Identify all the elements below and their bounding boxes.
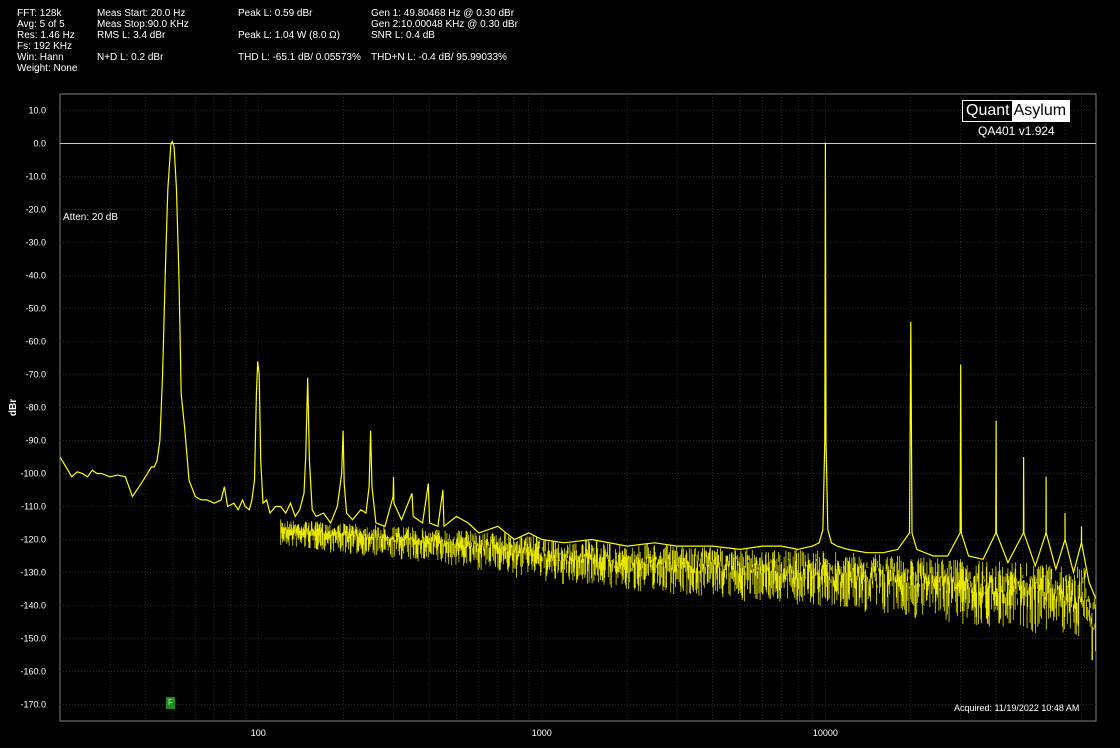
y-tick-label: -30.0	[25, 238, 46, 248]
logo-asylum: Asylum	[1011, 101, 1070, 121]
y-tick-label: -20.0	[25, 205, 46, 215]
y-tick-label: -90.0	[25, 436, 46, 446]
analyzer-window: FFT: 128k Avg: 5 of 5 Res: 1.46 Hz Fs: 1…	[0, 0, 1120, 748]
quantasylum-logo: Quant Asylum	[962, 100, 1071, 122]
frequency-marker[interactable]: F	[166, 697, 175, 709]
y-tick-label: -170.0	[20, 700, 46, 710]
y-tick-label: -130.0	[20, 568, 46, 578]
y-tick-label: -140.0	[20, 601, 46, 611]
y-tick-label: -160.0	[20, 667, 46, 677]
acquired-timestamp: Acquired: 11/19/2022 10:48 AM	[954, 703, 1080, 713]
y-tick-label: -70.0	[25, 370, 46, 380]
y-tick-label: -150.0	[20, 634, 46, 644]
y-tick-label: 10.0	[28, 106, 46, 116]
x-tick-label: 100	[251, 728, 266, 738]
y-tick-label: -60.0	[25, 337, 46, 347]
y-tick-label: -10.0	[25, 172, 46, 182]
x-tick-label: 1000	[532, 728, 552, 738]
version-label: QA401 v1.924	[978, 124, 1055, 138]
y-tick-label: -50.0	[25, 304, 46, 314]
y-tick-label: -120.0	[20, 535, 46, 545]
spectrum-chart: 10.0 0.0 -10.0 -20.0 -30.0 -40.0 -50.0 -60.0 -70…	[8, 93, 1097, 738]
atten-label: Atten: 20 dB	[63, 212, 119, 223]
plot-area	[59, 93, 1097, 722]
y-tick-label: -100.0	[20, 469, 46, 479]
y-tick-label: 0.0	[33, 139, 46, 149]
y-axis-label: dBr	[8, 399, 19, 416]
y-tick-label: -80.0	[25, 403, 46, 413]
y-tick-label: -110.0	[21, 502, 46, 512]
logo-quant: Quant	[963, 101, 1012, 121]
x-tick-label: 10000	[813, 728, 838, 738]
y-tick-label: -40.0	[25, 271, 46, 281]
